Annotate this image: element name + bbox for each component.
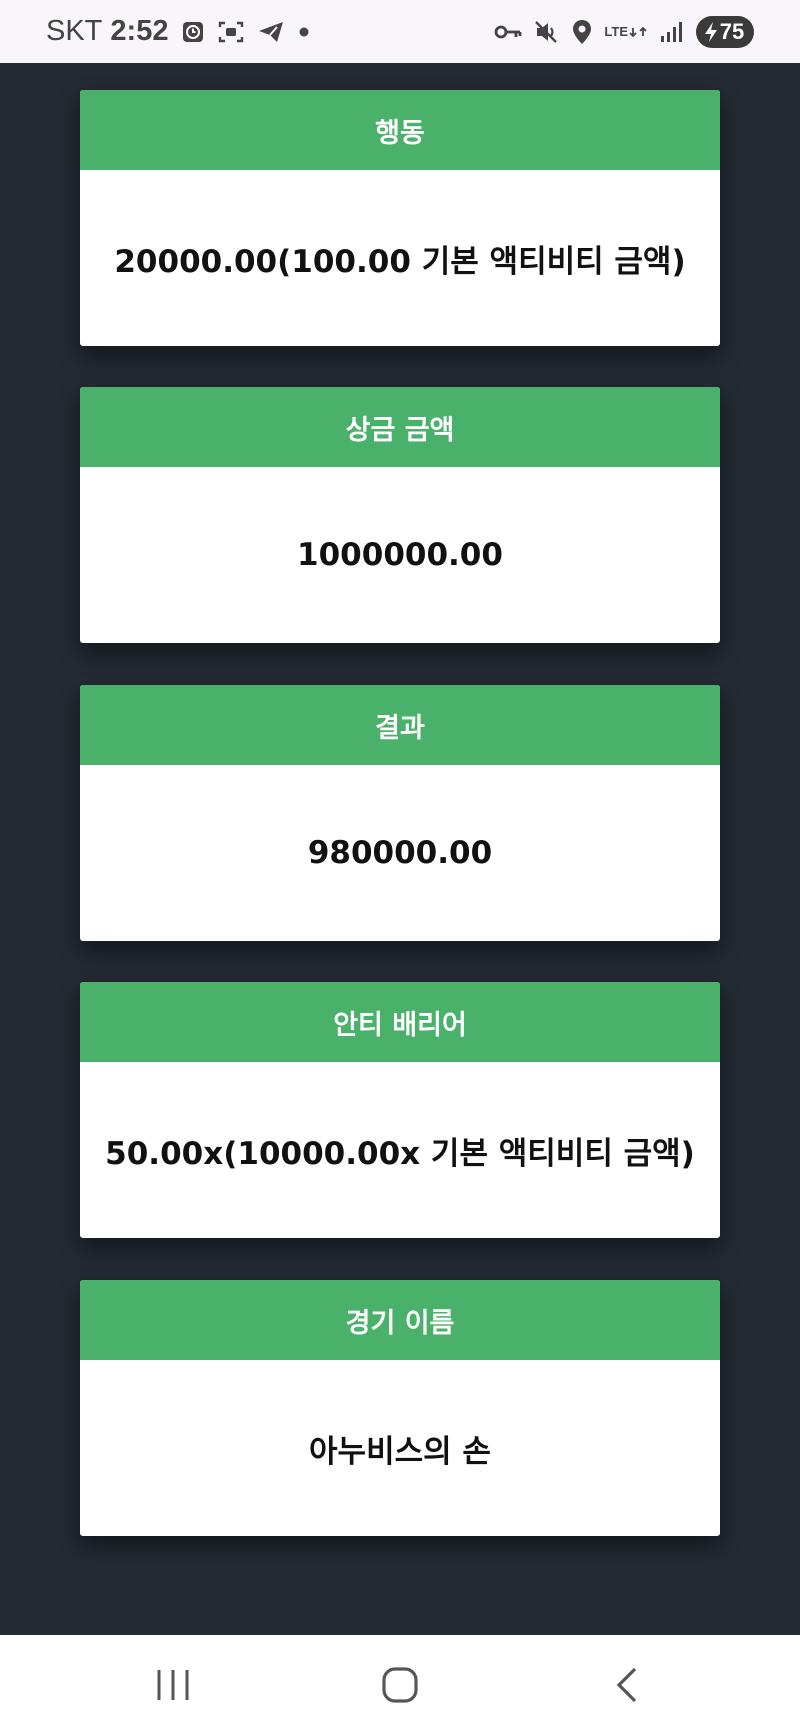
card-value: 20000.00(100.00 기본 액티비티 금액) <box>114 243 686 280</box>
card-title: 상금 금액 <box>80 387 720 467</box>
card-value: 아누비스의 손 <box>309 1433 491 1470</box>
location-icon <box>572 19 592 45</box>
notification-dot-icon <box>298 26 310 38</box>
card-title: 안티 배리어 <box>80 982 720 1062</box>
card-value: 980000.00 <box>307 835 493 871</box>
card-value: 50.00x(10000.00x 기본 액티비티 금액) <box>105 1135 695 1172</box>
signal-icon <box>660 21 684 43</box>
card-action: 행동 20000.00(100.00 기본 액티비티 금액) <box>80 90 720 346</box>
card-title: 결과 <box>80 685 720 765</box>
navigation-bar <box>0 1635 800 1734</box>
card-title: 경기 이름 <box>80 1280 720 1360</box>
recent-apps-icon[interactable] <box>133 1655 213 1715</box>
clock: 2:52 <box>110 15 169 47</box>
battery-icon: 75 <box>696 15 754 48</box>
carrier-label: SKT <box>46 15 103 47</box>
alarm-icon <box>182 21 204 43</box>
card-title: 행동 <box>80 90 720 170</box>
battery-level: 75 <box>719 18 745 44</box>
telegram-icon <box>258 20 284 44</box>
home-icon[interactable] <box>360 1655 440 1715</box>
card-anti-barrier: 안티 배리어 50.00x(10000.00x 기본 액티비티 금액) <box>80 982 720 1238</box>
card-game-name: 경기 이름 아누비스의 손 <box>80 1280 720 1536</box>
card-value: 1000000.00 <box>297 537 503 573</box>
status-bar-right: LTE 75 <box>494 15 754 48</box>
mute-icon <box>534 20 560 44</box>
status-bar-left: SKT 2:52 <box>46 15 310 48</box>
screenshot-icon <box>218 20 244 44</box>
lte-icon: LTE <box>604 23 648 39</box>
results-list[interactable]: 행동 20000.00(100.00 기본 액티비티 금액) 상금 금액 100… <box>0 63 800 1635</box>
lte-label: LTE <box>604 23 628 39</box>
card-result: 결과 980000.00 <box>80 685 720 941</box>
vpn-key-icon <box>494 23 522 41</box>
back-icon[interactable] <box>587 1655 667 1715</box>
charging-bolt-icon <box>704 21 717 42</box>
card-prize-amount: 상금 금액 1000000.00 <box>80 387 720 643</box>
status-bar: SKT 2:52 LTE 75 <box>0 0 800 63</box>
